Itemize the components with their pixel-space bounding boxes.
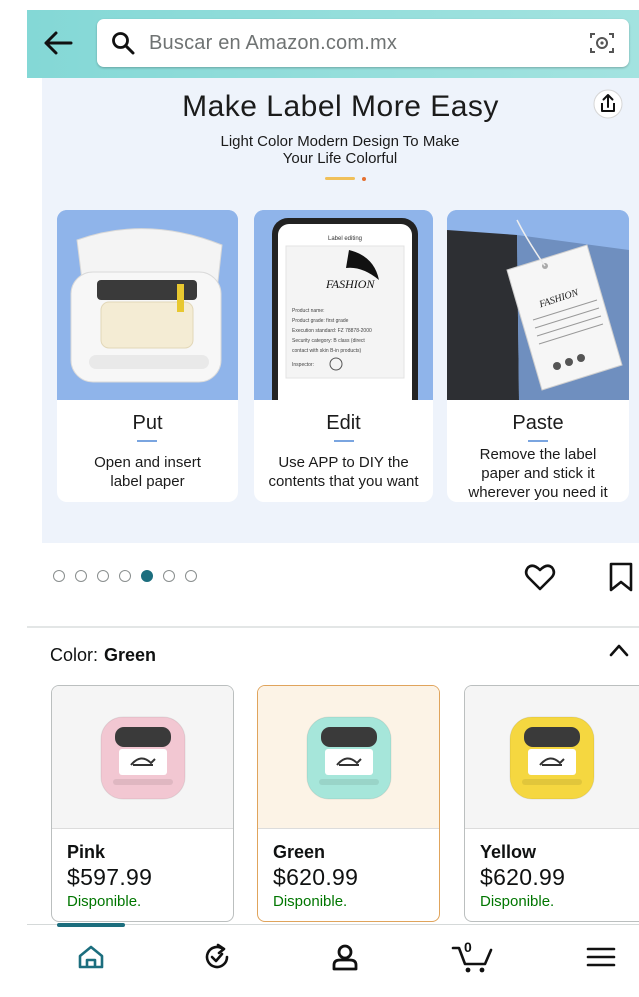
step-desc-line: contents that you want	[268, 473, 419, 490]
cart-icon	[451, 946, 493, 973]
carousel-dot[interactable]	[141, 570, 153, 582]
phone-line: Product name:	[292, 308, 325, 314]
search-placeholder: Buscar en Amazon.com.mx	[149, 31, 398, 54]
carousel-dot[interactable]	[185, 570, 197, 582]
heart-icon[interactable]	[524, 562, 556, 592]
variant-image	[258, 686, 439, 829]
step-description: Remove the label paper and stick it wher…	[447, 445, 629, 502]
carousel-dot[interactable]	[97, 570, 109, 582]
bottom-navigation: 0	[27, 923, 639, 997]
color-selector-label: Color: Green	[50, 645, 156, 666]
color-label-text: Color:	[50, 645, 99, 665]
nav-account[interactable]	[325, 939, 365, 975]
phone-line: Inspector:	[292, 362, 314, 368]
step-title: Edit	[326, 412, 361, 434]
step-description: Open and insert label paper	[57, 453, 238, 491]
banner-decoration	[325, 177, 355, 180]
phone-line: Execution standard: FZ 78878-2000	[292, 328, 372, 334]
carousel-dot[interactable]	[75, 570, 87, 582]
step-divider	[528, 440, 548, 442]
step-desc-line: wherever you need it	[468, 484, 608, 501]
search-input[interactable]: Buscar en Amazon.com.mx	[97, 19, 629, 67]
top-header: Buscar en Amazon.com.mx	[27, 10, 639, 78]
back-arrow-icon	[44, 31, 73, 55]
step-card-put: Put Open and insert label paper	[57, 210, 238, 502]
carousel-dots[interactable]	[53, 570, 197, 582]
phone-line: Security category: B class (direct	[292, 338, 365, 344]
section-divider	[27, 626, 639, 628]
printer-open-image	[57, 210, 238, 400]
menu-icon	[586, 947, 616, 967]
refresh-check-icon	[205, 943, 229, 969]
variant-availability: Disponible.	[480, 893, 555, 910]
step-card-paste: FASHION Paste Remove the label paper and…	[447, 210, 629, 502]
step-divider	[137, 440, 157, 442]
color-variant-yellow[interactable]: Yellow $620.99 Disponible.	[464, 685, 639, 922]
variant-name: Pink	[67, 842, 106, 862]
variant-availability: Disponible.	[273, 893, 348, 910]
step-card-edit: Label editing FASHION Product name: Prod…	[254, 210, 433, 502]
selected-color-value: Green	[104, 645, 157, 665]
cart-count: 0	[464, 939, 472, 955]
banner-subtitle-line: Your Life Colorful	[282, 150, 398, 167]
banner-title: Make Label More Easy	[182, 90, 499, 123]
step-title: Paste	[512, 412, 564, 434]
variant-image	[52, 686, 233, 829]
chevron-up-icon[interactable]	[606, 640, 632, 660]
step-title: Put	[132, 412, 163, 434]
variant-price: $597.99	[67, 864, 153, 890]
phone-app-image: Label editing FASHION Product name: Prod…	[254, 210, 433, 418]
variant-price: $620.99	[480, 864, 566, 890]
clothing-tag-image: FASHION	[447, 210, 629, 400]
variant-image	[465, 686, 639, 829]
step-desc-line: label paper	[110, 473, 185, 490]
step-desc-line: Use APP to DIY the	[278, 454, 409, 471]
phone-screen-header: Label editing	[328, 236, 362, 242]
banner-subtitle: Light Color Modern Design To Make Your L…	[190, 133, 490, 167]
carousel-dot[interactable]	[119, 570, 131, 582]
variant-name: Green	[273, 842, 326, 862]
active-tab-indicator	[57, 923, 125, 927]
phone-line: contact with skin B-in products)	[292, 348, 362, 354]
camera-lens-icon[interactable]	[589, 31, 615, 55]
bookmark-icon[interactable]	[608, 561, 634, 593]
step-desc-line: paper and stick it	[481, 465, 595, 482]
account-icon	[332, 944, 358, 971]
nav-buy-again[interactable]	[197, 939, 237, 975]
variant-price: $620.99	[273, 864, 359, 890]
color-variant-pink[interactable]: Pink $597.99 Disponible.	[51, 685, 234, 922]
home-icon	[78, 945, 104, 969]
step-desc-line: Remove the label	[479, 446, 597, 463]
nav-home[interactable]	[71, 939, 111, 975]
color-variant-green[interactable]: Green $620.99 Disponible.	[257, 685, 440, 922]
carousel-dot[interactable]	[53, 570, 65, 582]
nav-cart[interactable]: 0	[449, 939, 497, 975]
search-icon	[112, 32, 135, 55]
banner-subtitle-line: Light Color Modern Design To Make	[220, 133, 460, 150]
variant-name: Yellow	[480, 842, 537, 862]
back-button[interactable]	[41, 26, 75, 60]
step-divider	[334, 440, 354, 442]
step-description: Use APP to DIY the contents that you wan…	[254, 453, 433, 491]
variant-availability: Disponible.	[67, 893, 142, 910]
carousel-dot[interactable]	[163, 570, 175, 582]
phone-line: Product grade: first grade	[292, 318, 349, 324]
phone-brand: FASHION	[325, 277, 375, 291]
step-desc-line: Open and insert	[94, 454, 201, 471]
nav-menu[interactable]	[581, 939, 621, 975]
banner-decoration	[362, 177, 366, 181]
